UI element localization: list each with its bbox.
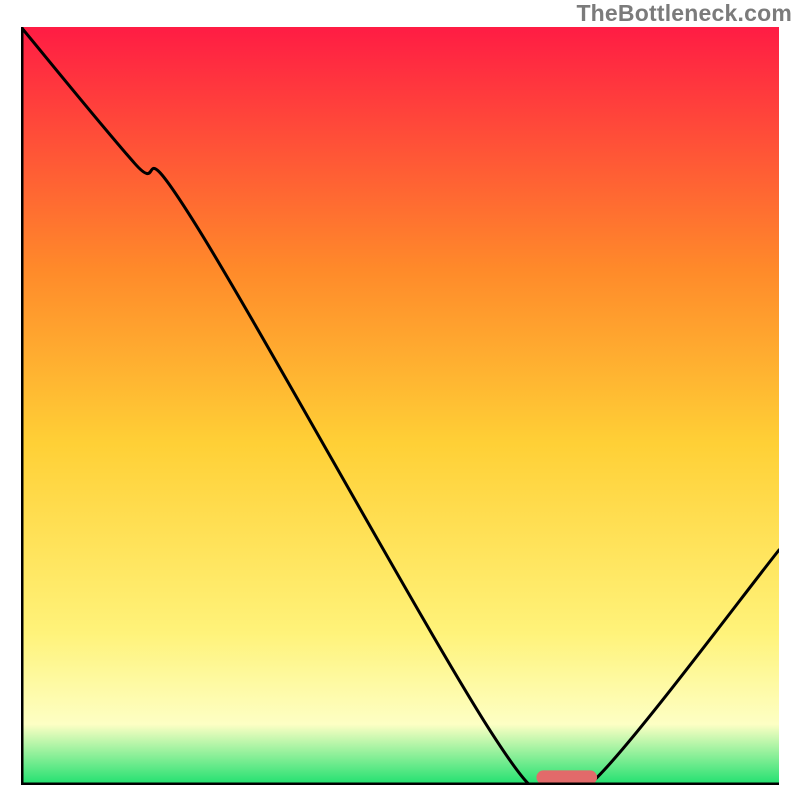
optimal-marker	[536, 770, 597, 784]
chart-svg	[21, 27, 779, 785]
plot-area	[21, 27, 779, 785]
watermark-text: TheBottleneck.com	[576, 0, 792, 27]
plot-background	[21, 27, 779, 785]
chart-container: TheBottleneck.com	[0, 0, 800, 800]
